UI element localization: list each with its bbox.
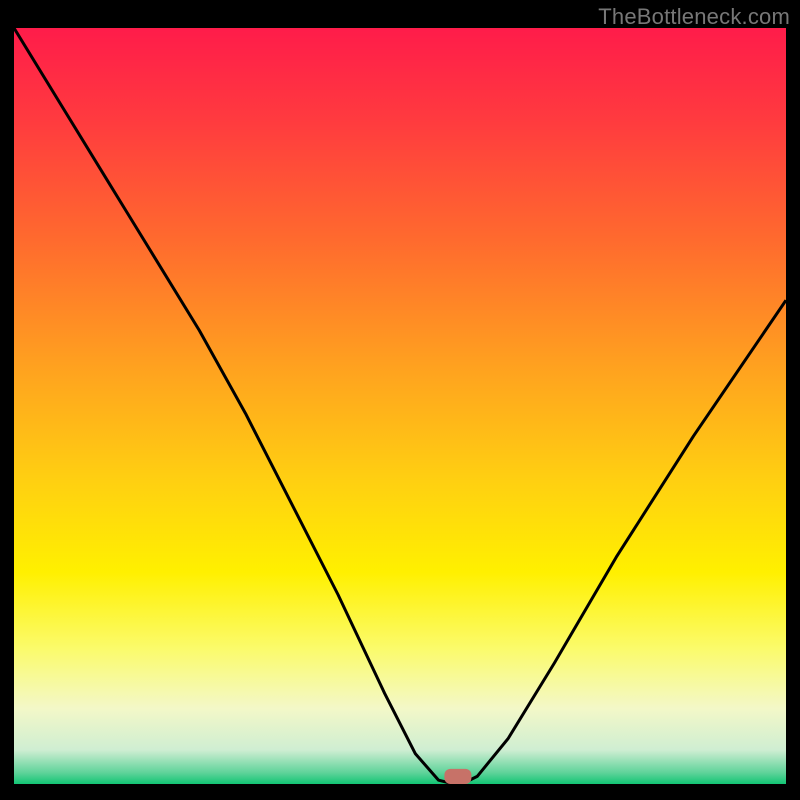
chart-frame: TheBottleneck.com [0, 0, 800, 800]
gradient-background [14, 28, 786, 784]
watermark-text: TheBottleneck.com [598, 4, 790, 30]
chart-svg [14, 28, 786, 784]
optimal-point-marker [444, 769, 471, 784]
plot-area [14, 28, 786, 784]
